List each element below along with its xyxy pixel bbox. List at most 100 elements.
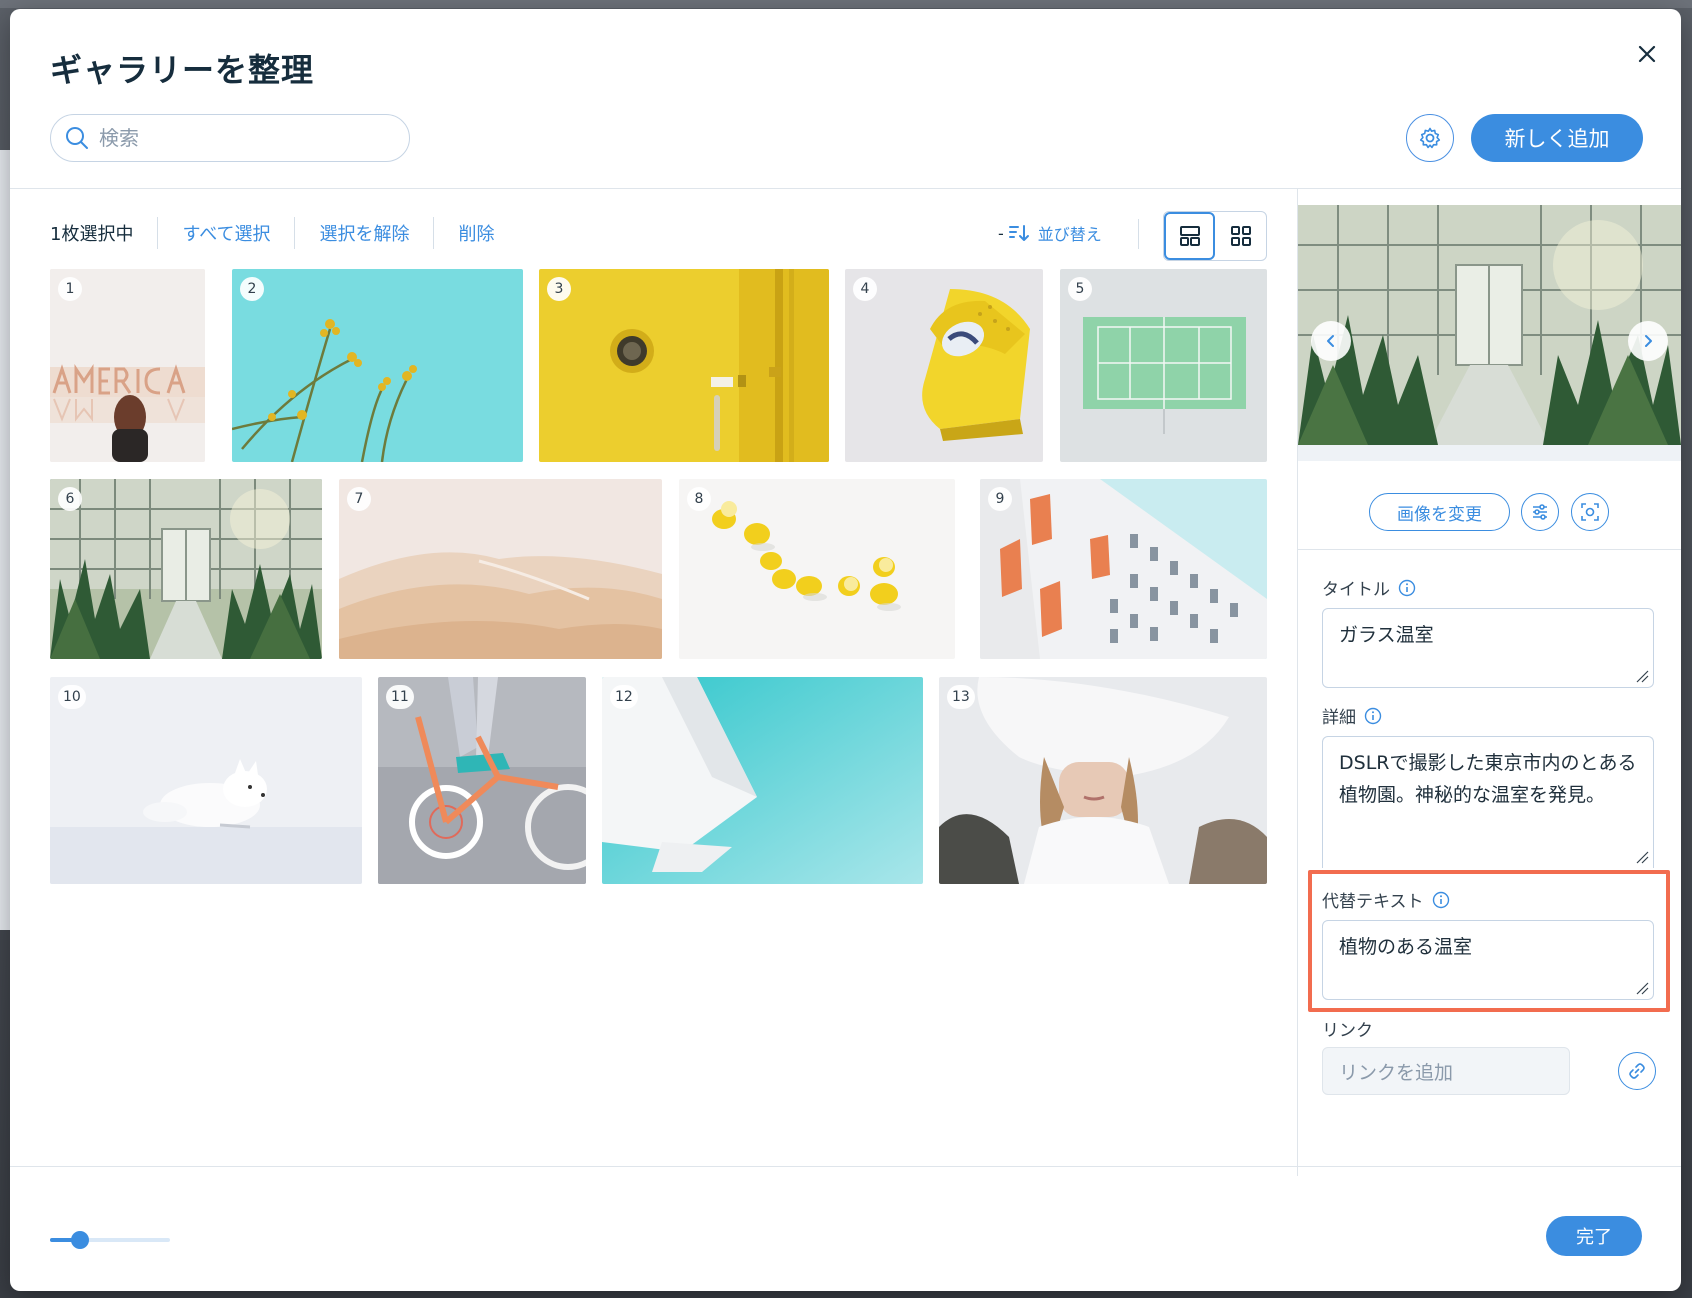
link-label: リンク (1322, 1021, 1373, 1041)
desert-dunes-image (339, 479, 662, 659)
alt-text-label-row: 代替テキスト (1322, 887, 1450, 912)
flowers-sky-image (232, 269, 523, 462)
prev-image-button[interactable] (1311, 321, 1351, 361)
thumb-number: 5 (1068, 277, 1092, 301)
thumb-number: 11 (386, 685, 414, 709)
thumb-number: 8 (687, 487, 711, 511)
chevron-left-icon (1327, 335, 1334, 347)
panel-divider (1298, 549, 1681, 550)
tennis-court-image (1060, 269, 1267, 462)
thumb-number: 9 (988, 487, 1012, 511)
footer-divider (10, 1166, 1681, 1167)
next-image-button[interactable] (1628, 321, 1668, 361)
toolbar-separator (1138, 219, 1139, 249)
change-image-button[interactable]: 画像を変更 (1369, 493, 1510, 531)
resize-grip-icon[interactable] (1635, 669, 1649, 683)
gallery-thumb[interactable]: 8 (679, 479, 955, 659)
gallery-thumb[interactable]: 3 (539, 269, 829, 462)
alt-text-value: 植物のある温室 (1339, 936, 1473, 958)
thumb-number: 7 (347, 487, 371, 511)
white-sail-image (602, 677, 923, 884)
link-placeholder: リンクを追加 (1339, 1061, 1454, 1084)
gallery-thumb[interactable]: 2 (232, 269, 523, 462)
alt-text-field[interactable]: 植物のある温室 (1322, 920, 1654, 1000)
grid-view-button[interactable] (1215, 212, 1266, 260)
title-field[interactable]: ガラス温室 (1322, 608, 1654, 688)
thumb-number: 10 (58, 685, 86, 709)
description-label: 詳細 (1322, 708, 1356, 728)
info-icon[interactable] (1432, 891, 1450, 909)
delete-link[interactable]: 削除 (458, 220, 494, 246)
woman-white-cloth-image (939, 677, 1267, 884)
close-button[interactable] (1630, 37, 1664, 71)
link-icon (1629, 1063, 1645, 1079)
masonry-view-button[interactable] (1164, 212, 1216, 260)
gallery-thumb-selected[interactable]: 6 (50, 479, 322, 659)
description-label-row: 詳細 (1322, 703, 1382, 728)
add-new-button[interactable]: 新しく追加 (1471, 114, 1643, 162)
thumb-number: 2 (240, 277, 264, 301)
image-preview (1298, 205, 1681, 461)
dialog-title: ギャラリーを整理 (50, 51, 315, 89)
thumb-number: 13 (947, 685, 975, 709)
resize-grip-icon[interactable] (1635, 850, 1649, 864)
greenhouse-image (50, 479, 322, 659)
close-icon (1638, 45, 1656, 63)
gallery-thumb[interactable]: 9 (980, 479, 1267, 659)
toolbar-separator (157, 217, 159, 249)
lemons-image (679, 479, 955, 659)
focus-icon (1581, 503, 1599, 521)
gallery-thumb[interactable]: 4 (845, 269, 1043, 462)
gallery-thumb[interactable]: 12 (602, 677, 923, 884)
focal-point-button[interactable] (1571, 493, 1609, 531)
resize-grip-icon[interactable] (1635, 981, 1649, 995)
search-icon (66, 127, 88, 149)
gallery-thumb[interactable]: 10 (50, 677, 362, 884)
gallery-thumb[interactable]: 13 (939, 677, 1267, 884)
thumb-number: 1 (58, 277, 82, 301)
grid-layout-icon (1230, 226, 1251, 246)
zoom-slider[interactable] (50, 1231, 170, 1249)
greenhouse-preview-image (1298, 205, 1681, 461)
thumb-number: 3 (547, 277, 571, 301)
deselect-link[interactable]: 選択を解除 (319, 220, 409, 246)
bicycle-image (378, 677, 586, 884)
gallery-thumb[interactable]: 5 (1060, 269, 1267, 462)
sort-icon (1008, 225, 1029, 241)
add-link-button[interactable] (1618, 1052, 1656, 1090)
yellow-door-image (539, 269, 829, 462)
sort-label: 並び替え (1037, 225, 1102, 244)
yellow-sofa-image (845, 269, 1043, 462)
thumb-number: 4 (853, 277, 877, 301)
backdrop-left-strip (0, 150, 10, 930)
title-label: タイトル (1322, 580, 1390, 600)
sliders-icon (1533, 504, 1547, 520)
arctic-fox-image (50, 677, 362, 884)
thumb-number: 6 (58, 487, 82, 511)
gallery-thumb[interactable]: 11 (378, 677, 586, 884)
zoom-slider-knob[interactable] (71, 1231, 89, 1249)
sort-button[interactable]: - 並び替え (998, 221, 1102, 245)
organize-gallery-dialog: ギャラリーを整理 新しく追加 1枚選択中 すべて選択 選択を解除 削除 - (10, 9, 1681, 1291)
gallery-thumb[interactable]: 1 (50, 269, 205, 462)
description-field[interactable]: DSLRで撮影した東京市内のとある植物園。神秘的な温室を発見。 (1322, 736, 1654, 868)
info-icon[interactable] (1364, 707, 1382, 725)
select-all-link[interactable]: すべて選択 (182, 220, 270, 246)
search-box (50, 114, 410, 162)
done-button[interactable]: 完了 (1546, 1216, 1642, 1256)
gear-icon (1419, 127, 1441, 149)
sort-dash: - (998, 223, 1004, 243)
backdrop-topbar (0, 0, 1692, 8)
masonry-layout-icon (1179, 226, 1200, 246)
toolbar-separator (433, 217, 435, 249)
title-value: ガラス温室 (1339, 624, 1434, 646)
view-toggle (1163, 211, 1267, 261)
header-divider (10, 188, 1681, 189)
settings-button[interactable] (1406, 114, 1454, 162)
adjust-image-button[interactable] (1521, 493, 1559, 531)
link-input[interactable]: リンクを追加 (1322, 1047, 1570, 1095)
toolbar-separator (294, 217, 296, 249)
search-input[interactable] (99, 126, 389, 150)
gallery-thumb[interactable]: 7 (339, 479, 662, 659)
info-icon[interactable] (1398, 579, 1416, 597)
